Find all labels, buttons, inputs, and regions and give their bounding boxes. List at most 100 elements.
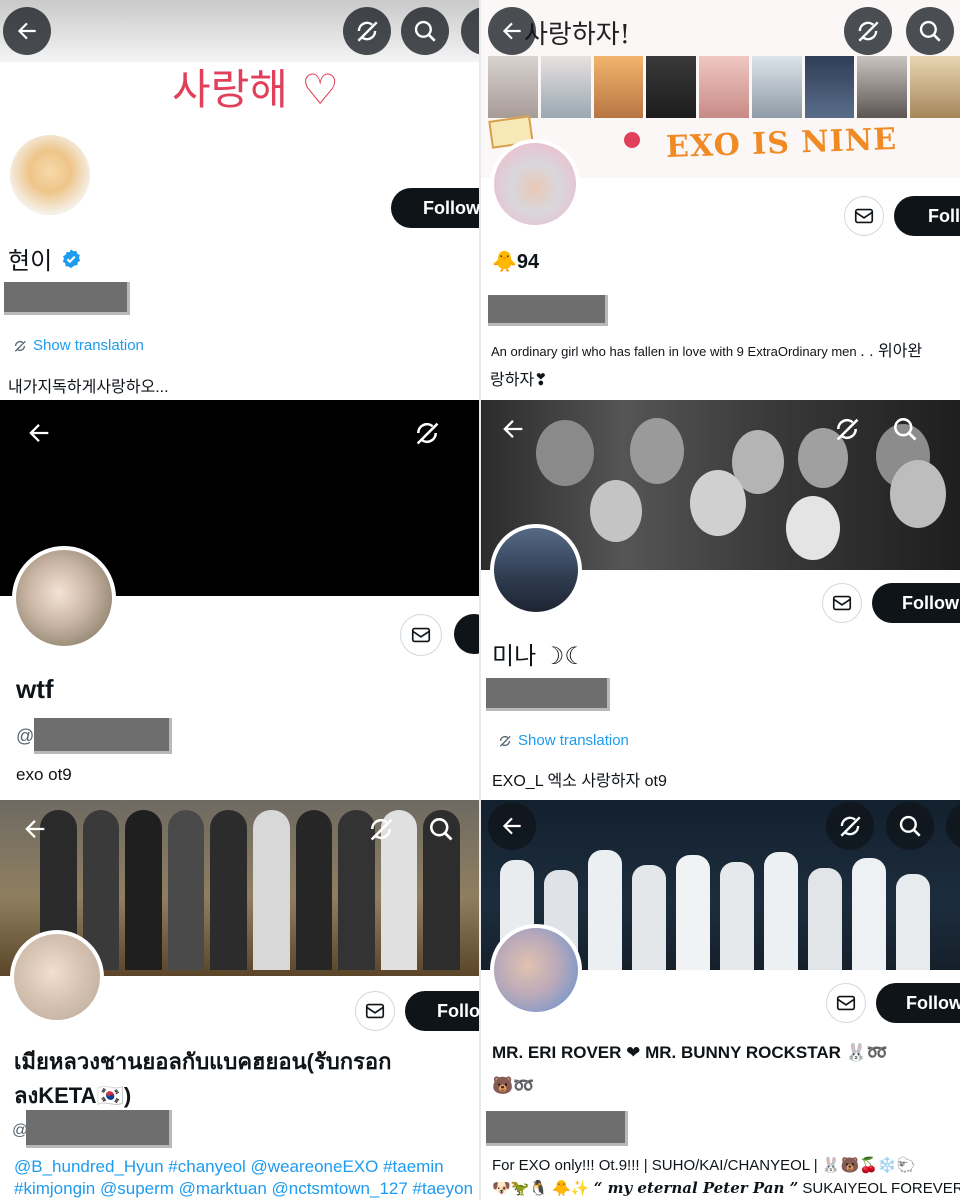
display-name-line-2: ลงKETA🇰🇷) xyxy=(14,1083,132,1108)
profile-bio-line-2: #kimjongin @superm @marktuan @nctsmtown_… xyxy=(14,1179,474,1198)
sync-off-button[interactable] xyxy=(343,7,391,55)
message-button[interactable] xyxy=(400,614,442,656)
search-button[interactable] xyxy=(424,812,458,846)
profile-panel-2: 사랑하자! EXO IS NINE Follo 🐥94 An ordinary … xyxy=(480,0,960,400)
follow-button[interactable]: Follo xyxy=(894,196,960,236)
search-button[interactable] xyxy=(888,412,922,446)
show-translation-link[interactable]: Show translation xyxy=(13,337,144,354)
profile-panel-1: 사랑해 ♡ Follow 현이 Show translation 내가지독하게사… xyxy=(0,0,480,400)
display-name: 현이 xyxy=(8,241,82,276)
profile-bio: EXO_L 엑소 사랑하자 ot9 xyxy=(492,773,667,790)
back-arrow-icon xyxy=(499,813,525,839)
sync-off-icon xyxy=(354,18,380,44)
display-name-line-1: MR. ERI ROVER ❤ MR. BUNNY ROCKSTAR 🐰➿ xyxy=(492,1043,888,1062)
handle-at-symbol: @ xyxy=(16,726,35,746)
redacted-handle xyxy=(34,718,172,754)
display-name: 미나 ☽☾ xyxy=(492,643,586,670)
search-button[interactable] xyxy=(401,7,449,55)
sync-off-button[interactable] xyxy=(410,416,444,450)
bio-suffix: SUKAIYEOL FOREVER 💖 xyxy=(802,1180,960,1197)
sync-off-button[interactable] xyxy=(844,7,892,55)
follow-button[interactable]: Follow xyxy=(872,583,960,623)
back-arrow-icon xyxy=(14,18,40,44)
redacted-handle xyxy=(4,282,130,315)
profile-bio-line-2: 🐶🦖🐧 🐥✨ “ my eternal Peter Pan ” SUKAIYEO… xyxy=(492,1179,960,1197)
search-icon xyxy=(891,415,919,443)
follow-button-partial[interactable] xyxy=(454,614,480,654)
back-button[interactable] xyxy=(18,812,52,846)
mail-icon xyxy=(853,205,875,227)
sync-off-icon xyxy=(413,419,441,447)
bio-quote: “ my eternal Peter Pan ” xyxy=(593,1179,799,1197)
message-button[interactable] xyxy=(822,583,862,623)
bio-korean-suffix: . . 위아완 xyxy=(860,343,923,360)
profile-panel-3: wtf @ exo ot9 xyxy=(0,400,480,800)
profile-bio-line-2: 랑하자❣ xyxy=(490,372,548,389)
banner-top-text: 사랑하자! xyxy=(524,20,631,50)
mail-icon xyxy=(364,1000,386,1022)
profile-bio-line-1: For EXO only!!! Ot.9!!! | SUHO/KAI/CHANY… xyxy=(492,1157,916,1174)
redacted-handle xyxy=(486,1111,628,1146)
show-translation-label: Show translation xyxy=(518,732,629,749)
profile-panel-4: Follow 미나 ☽☾ Show translation EXO_L 엑소 사… xyxy=(480,400,960,800)
profile-bio: 내가지독하게사랑하오... xyxy=(8,379,169,396)
back-button[interactable] xyxy=(22,416,56,450)
search-icon xyxy=(917,18,943,44)
show-translation-label: Show translation xyxy=(33,337,144,354)
banner-handwritten-text: 사랑해 ♡ xyxy=(172,65,339,114)
show-translation-link[interactable]: Show translation xyxy=(498,732,629,749)
sync-off-icon xyxy=(498,734,512,748)
profile-bio-line-1: @B_hundred_Hyun #chanyeol @weareoneEXO #… xyxy=(14,1157,444,1176)
redacted-handle xyxy=(488,295,608,326)
sync-off-button[interactable] xyxy=(826,802,874,850)
follow-button[interactable]: Follow xyxy=(876,983,960,1023)
profile-avatar[interactable] xyxy=(490,524,582,616)
profile-avatar[interactable] xyxy=(490,139,580,229)
display-name: wtf xyxy=(16,674,54,704)
profile-avatar[interactable] xyxy=(6,131,94,219)
follow-button[interactable]: Follow xyxy=(391,188,480,228)
sync-off-icon xyxy=(837,813,863,839)
search-button[interactable] xyxy=(906,7,954,55)
back-button[interactable] xyxy=(3,7,51,55)
sync-off-icon xyxy=(13,339,27,353)
search-icon xyxy=(427,815,455,843)
search-icon xyxy=(897,813,923,839)
message-button[interactable] xyxy=(844,196,884,236)
display-name-text: 현이 xyxy=(8,248,53,275)
redacted-handle xyxy=(26,1110,172,1148)
profile-panel-6: Follow MR. ERI ROVER ❤ MR. BUNNY ROCKSTA… xyxy=(480,800,960,1200)
profile-bio: exo ot9 xyxy=(16,765,72,784)
search-button[interactable] xyxy=(886,802,934,850)
back-arrow-icon xyxy=(499,18,525,44)
sync-off-button[interactable] xyxy=(830,412,864,446)
back-arrow-icon xyxy=(499,415,527,443)
follow-button[interactable]: Follo xyxy=(405,991,480,1031)
mail-icon xyxy=(831,592,853,614)
photo-strip xyxy=(488,56,960,118)
back-arrow-icon xyxy=(25,419,53,447)
sync-off-button[interactable] xyxy=(364,812,398,846)
mail-icon xyxy=(835,992,857,1014)
profile-avatar[interactable] xyxy=(12,546,116,650)
display-name-line-1: เมียหลวงชานยอลกับแบคฮยอน(รับกรอก xyxy=(14,1049,392,1074)
sync-off-icon xyxy=(367,815,395,843)
search-icon xyxy=(412,18,438,44)
profile-bio-line-1: An ordinary girl who has fallen in love … xyxy=(491,337,922,361)
profile-panel-5: Follo เมียหลวงชานยอลกับแบคฮยอน(รับกรอก ล… xyxy=(0,800,480,1200)
profile-avatar[interactable] xyxy=(10,930,104,1024)
mail-icon xyxy=(410,624,432,646)
sync-off-icon xyxy=(855,18,881,44)
sync-off-icon xyxy=(833,415,861,443)
vertical-divider xyxy=(479,0,481,1200)
bio-emoji-run: 🐶🦖🐧 🐥✨ xyxy=(492,1180,590,1197)
back-button[interactable] xyxy=(488,802,536,850)
back-button[interactable] xyxy=(496,412,530,446)
display-name-line-2: 🐻➿ xyxy=(492,1076,535,1095)
display-name: 🐥94 xyxy=(492,251,540,273)
message-button[interactable] xyxy=(355,991,395,1031)
profile-avatar[interactable] xyxy=(490,924,582,1016)
message-button[interactable] xyxy=(826,983,866,1023)
back-button[interactable] xyxy=(488,7,536,55)
redacted-handle xyxy=(486,678,610,711)
